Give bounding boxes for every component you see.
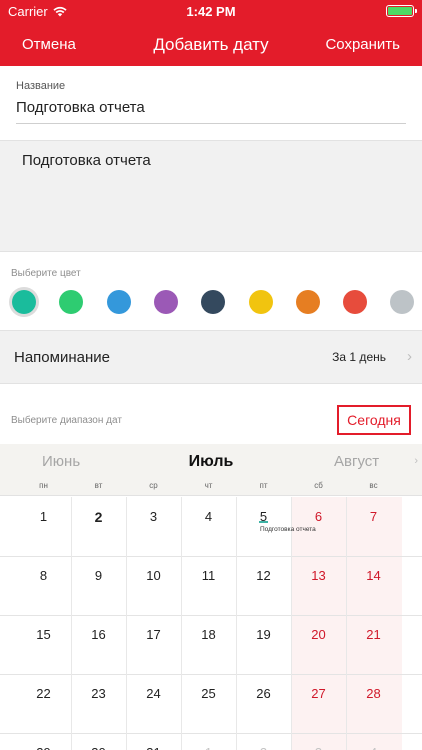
calendar-day[interactable]: 30 — [71, 745, 126, 750]
top-bar: Carrier 1:42 PM Отмена Добавить дату Сох… — [0, 0, 422, 66]
next-month-button[interactable]: Август — [334, 453, 379, 470]
grid-line — [291, 497, 292, 750]
battery-icon — [386, 5, 417, 17]
calendar-day[interactable]: 4 — [346, 745, 401, 750]
calendar-day[interactable]: 11 — [181, 568, 236, 583]
weekday-label: пт — [259, 481, 268, 490]
chevron-right-icon: › — [414, 455, 418, 467]
calendar-day[interactable]: 15 — [16, 627, 71, 642]
calendar-day[interactable]: 25 — [181, 686, 236, 701]
calendar-day[interactable]: 28 — [346, 686, 401, 701]
grid-line — [0, 556, 422, 557]
color-swatch[interactable] — [201, 290, 226, 314]
reminder-label: Напоминание — [14, 349, 110, 366]
calendar-day[interactable]: 4 — [181, 509, 236, 524]
calendar-day[interactable]: 16 — [71, 627, 126, 642]
grid-line — [346, 497, 347, 750]
navigation-bar: Отмена Добавить дату Сохранить — [0, 22, 422, 66]
calendar-day[interactable]: 23 — [71, 686, 126, 701]
name-field-section: Название Подготовка отчета — [0, 66, 422, 140]
notes-textarea[interactable]: Подготовка отчета — [0, 140, 422, 252]
name-field-underline — [16, 123, 406, 124]
grid-line — [0, 674, 422, 675]
color-swatch[interactable] — [59, 290, 84, 314]
calendar-day[interactable]: 12 — [236, 568, 291, 583]
weekday-label: пн — [39, 481, 48, 490]
name-input[interactable]: Подготовка отчета — [16, 99, 145, 116]
calendar-day[interactable]: 17 — [126, 627, 181, 642]
calendar-day[interactable]: 3 — [126, 509, 181, 524]
calendar-grid: 1 2 3 4 5 6 7 8 9 10 11 12 13 14 15 16 17 18 19 20 21 22 23 24 2… — [0, 497, 422, 750]
status-time: 1:42 PM — [186, 4, 236, 19]
grid-line — [236, 497, 237, 750]
calendar-day[interactable]: 9 — [71, 568, 126, 583]
today-button[interactable]: Сегодня — [337, 405, 411, 435]
color-swatch[interactable] — [248, 290, 273, 314]
reminder-row[interactable]: Напоминание За 1 день › — [0, 330, 422, 384]
calendar-day[interactable]: 19 — [236, 627, 291, 642]
weekday-label: ср — [149, 481, 158, 490]
calendar-day[interactable]: 24 — [126, 686, 181, 701]
calendar-day[interactable]: 20 — [291, 627, 346, 642]
weekday-header: пн вт ср чт пт сб вс — [0, 476, 422, 496]
calendar-day[interactable]: 2 — [71, 509, 126, 525]
date-range-section: Выберите диапазон дат Сегодня — [0, 384, 422, 444]
calendar-day[interactable]: 27 — [291, 686, 346, 701]
calendar-day[interactable]: 22 — [16, 686, 71, 701]
color-swatch[interactable] — [343, 290, 368, 314]
grid-line — [0, 733, 422, 734]
calendar-day[interactable]: 8 — [16, 568, 71, 583]
weekday-label: вс — [369, 481, 378, 490]
notes-text: Подготовка отчета — [22, 152, 151, 169]
reminder-value: За 1 день — [332, 350, 386, 364]
status-bar: Carrier 1:42 PM — [0, 0, 422, 22]
color-swatch[interactable] — [12, 290, 36, 314]
weekday-label: сб — [314, 481, 323, 490]
event-marker — [259, 521, 268, 523]
grid-line — [126, 497, 127, 750]
calendar-day[interactable]: 26 — [236, 686, 291, 701]
color-swatch[interactable] — [106, 290, 131, 314]
weekday-label: вт — [94, 481, 103, 490]
calendar-day[interactable]: 18 — [181, 627, 236, 642]
save-button[interactable]: Сохранить — [325, 36, 400, 53]
name-field-label: Название — [16, 80, 66, 92]
calendar-day[interactable]: 6 — [291, 509, 346, 524]
color-swatch[interactable] — [295, 290, 320, 314]
color-swatch[interactable] — [390, 290, 415, 314]
event-title: Подготовка отчета — [260, 526, 316, 533]
calendar-day[interactable]: 1 — [16, 509, 71, 524]
calendar-day[interactable]: 14 — [346, 568, 401, 583]
calendar-day[interactable]: 21 — [346, 627, 401, 642]
calendar-day[interactable]: 7 — [346, 509, 401, 524]
date-range-label: Выберите диапазон дат — [11, 415, 122, 426]
color-picker: Выберите цвет — [0, 252, 422, 330]
calendar-day[interactable]: 31 — [126, 745, 181, 750]
calendar-day[interactable]: 13 — [291, 568, 346, 583]
color-swatch[interactable] — [153, 290, 178, 314]
color-picker-label: Выберите цвет — [11, 268, 81, 279]
weekday-label: чт — [204, 481, 213, 490]
grid-line — [71, 497, 72, 750]
calendar-day[interactable]: 10 — [126, 568, 181, 583]
calendar-day[interactable]: 2 — [236, 745, 291, 750]
grid-line — [0, 615, 422, 616]
month-switcher: Июнь Июль Август › — [0, 444, 422, 476]
chevron-right-icon: › — [407, 348, 412, 365]
calendar-day[interactable]: 3 — [291, 745, 346, 750]
calendar-day[interactable]: 1 — [181, 745, 236, 750]
calendar-day[interactable]: 29 — [16, 745, 71, 750]
grid-line — [181, 497, 182, 750]
